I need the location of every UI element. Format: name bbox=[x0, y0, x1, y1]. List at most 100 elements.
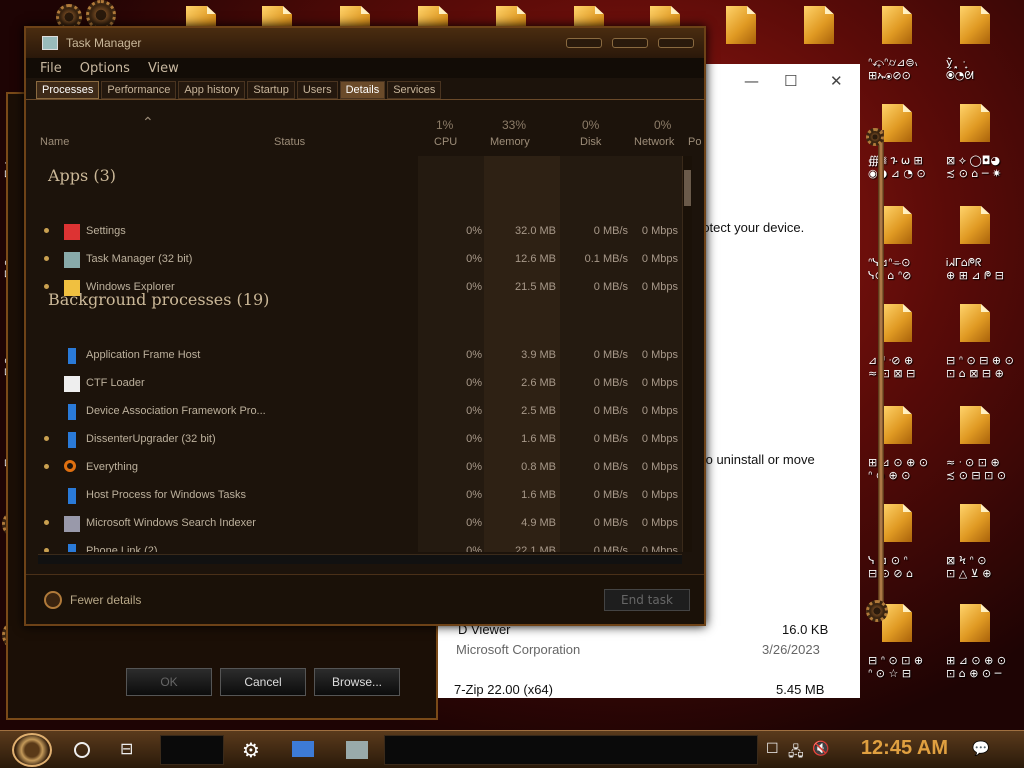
file-icon[interactable] bbox=[960, 504, 990, 542]
process-memory: 2.5 MB bbox=[521, 405, 556, 417]
file-icon[interactable] bbox=[804, 6, 834, 44]
process-memory: 0.8 MB bbox=[521, 461, 556, 473]
end-task-button[interactable]: End task bbox=[604, 589, 690, 611]
process-row[interactable]: Host Process for Windows Tasks 0% 1.6 MB 0 … bbox=[38, 482, 684, 510]
process-row[interactable]: Task Manager (32 bit) 0% 12.6 MB 0.1 MB/s 0 … bbox=[38, 246, 684, 274]
process-row[interactable]: DissenterUpgrader (32 bit) 0% 1.6 MB 0 MB/s… bbox=[38, 426, 684, 454]
network-icon[interactable]: 🖧 bbox=[788, 741, 804, 765]
process-row[interactable]: Settings 0% 32.0 MB 0 MB/s 0 Mbps bbox=[38, 218, 684, 246]
file-icon[interactable] bbox=[960, 604, 990, 642]
process-memory: 32.0 MB bbox=[515, 225, 556, 237]
column-name[interactable]: Name bbox=[40, 136, 69, 148]
process-row[interactable]: Phone Link (2) 0% 22.1 MB 0 MB/s 0 Mbps bbox=[38, 538, 684, 552]
file-icon[interactable] bbox=[882, 504, 912, 542]
window-title: Task Manager bbox=[66, 36, 142, 50]
tab-services[interactable]: Services bbox=[387, 81, 442, 99]
column-network[interactable]: Network bbox=[634, 136, 674, 148]
column-power[interactable]: Po bbox=[688, 136, 701, 148]
start-button[interactable] bbox=[12, 733, 52, 767]
vertical-scrollbar[interactable] bbox=[682, 156, 692, 552]
process-row[interactable]: CTF Loader 0% 2.6 MB 0 MB/s 0 Mbps bbox=[38, 370, 684, 398]
process-row[interactable]: Microsoft Windows Search Indexer 0% 4.9 MB… bbox=[38, 510, 684, 538]
menu-view[interactable]: View bbox=[148, 61, 179, 76]
screen-app-icon[interactable] bbox=[292, 741, 314, 757]
tab-bar: Processes Performance App history Startu… bbox=[26, 78, 704, 100]
close-icon[interactable]: ✕ bbox=[830, 72, 843, 90]
column-cpu[interactable]: CPU bbox=[434, 136, 457, 148]
file-icon[interactable] bbox=[960, 206, 990, 244]
search-circle-icon[interactable] bbox=[74, 742, 90, 758]
app-name[interactable]: 7-Zip 22.00 (x64) bbox=[454, 682, 553, 697]
column-disk[interactable]: Disk bbox=[580, 136, 601, 148]
expand-dot-icon[interactable] bbox=[44, 228, 49, 233]
expand-dot-icon[interactable] bbox=[44, 284, 49, 289]
menu-file[interactable]: File bbox=[40, 61, 62, 76]
expand-dot-icon[interactable] bbox=[44, 256, 49, 261]
tab-users[interactable]: Users bbox=[296, 81, 338, 99]
minimize-icon[interactable]: — bbox=[744, 72, 759, 90]
file-icon[interactable] bbox=[882, 206, 912, 244]
tab-performance[interactable]: Performance bbox=[101, 81, 177, 99]
file-icon[interactable] bbox=[882, 406, 912, 444]
file-label: ⊠ ⟡ ◯◘◕ ≾ ⊙ ⌂ ─ ✷ bbox=[946, 154, 1002, 180]
process-network: 0 Mbps bbox=[641, 281, 678, 293]
settings-text-protect: rotect your device. bbox=[698, 220, 805, 235]
app-date: 3/26/2023 bbox=[762, 642, 820, 657]
process-name: CTF Loader bbox=[86, 377, 145, 389]
task-manager-taskbar-icon[interactable] bbox=[346, 741, 368, 759]
process-name: Task Manager (32 bit) bbox=[86, 253, 193, 265]
maximize-button[interactable] bbox=[612, 38, 648, 48]
process-disk: 0 MB/s bbox=[593, 377, 628, 389]
file-icon[interactable] bbox=[882, 6, 912, 44]
file-icon[interactable] bbox=[960, 104, 990, 142]
process-row[interactable]: Application Frame Host 0% 3.9 MB 0 MB/s 0 Mb… bbox=[38, 342, 684, 370]
file-label: Ꭵᖽᒥ⌂ᖘᖇ ⊕ ⊞ ⊿ ᖘ ⊟ bbox=[946, 256, 1004, 282]
process-cpu: 0% bbox=[466, 405, 482, 417]
process-row[interactable]: Device Association Framework Pro... 0% 2.5… bbox=[38, 398, 684, 426]
file-label: ≈ ᐧ ⊙ ⊡ ⊕ ≾ ⊙ ⊟ ⊡ ⊙ bbox=[946, 456, 1007, 482]
file-icon[interactable] bbox=[960, 304, 990, 342]
process-row[interactable]: Windows Explorer 0% 21.5 MB 0 MB/s 0 Mbps bbox=[38, 274, 684, 302]
file-icon[interactable] bbox=[960, 6, 990, 44]
column-status[interactable]: Status bbox=[274, 136, 305, 148]
notification-square-icon[interactable]: ☐ bbox=[766, 741, 779, 757]
tab-details[interactable]: Details bbox=[339, 81, 386, 99]
browse-button[interactable]: Browse... bbox=[314, 668, 400, 696]
process-memory: 4.9 MB bbox=[521, 517, 556, 529]
settings-icon bbox=[64, 224, 80, 240]
file-icon[interactable] bbox=[726, 6, 756, 44]
column-memory[interactable]: Memory bbox=[490, 136, 530, 148]
close-button[interactable] bbox=[658, 38, 694, 48]
expand-dot-icon[interactable] bbox=[44, 520, 49, 525]
file-label: ᐢ⤽ᐢ⌭⊿⊜៶ ⊞ኡ⦿⊘⊙ bbox=[868, 56, 918, 82]
process-network: 0 Mbps bbox=[641, 225, 678, 237]
taskbar-slot bbox=[160, 735, 224, 765]
task-view-icon[interactable]: ⊟ bbox=[120, 741, 140, 757]
process-name: Device Association Framework Pro... bbox=[86, 405, 266, 417]
task-manager-icon bbox=[64, 252, 80, 268]
tab-startup[interactable]: Startup bbox=[247, 81, 295, 99]
volume-muted-icon[interactable]: 🔇 bbox=[812, 741, 829, 757]
dissenter-icon bbox=[68, 432, 76, 448]
tab-processes[interactable]: Processes bbox=[36, 81, 100, 99]
title-bar[interactable]: Task Manager bbox=[26, 28, 704, 58]
expand-dot-icon[interactable] bbox=[44, 548, 49, 552]
action-center-icon[interactable]: 💬 bbox=[972, 741, 989, 757]
maximize-icon[interactable]: ☐ bbox=[784, 72, 797, 90]
expand-dot-icon[interactable] bbox=[44, 464, 49, 469]
file-icon[interactable] bbox=[882, 304, 912, 342]
menu-options[interactable]: Options bbox=[80, 61, 130, 76]
process-disk: 0 MB/s bbox=[593, 489, 628, 501]
expand-dot-icon[interactable] bbox=[44, 436, 49, 441]
fewer-details-button[interactable]: Fewer details bbox=[44, 591, 141, 609]
ok-button[interactable]: OK bbox=[126, 668, 212, 696]
settings-gear-icon[interactable]: ⚙ bbox=[240, 739, 262, 761]
minimize-button[interactable] bbox=[566, 38, 602, 48]
process-row[interactable]: Everything 0% 0.8 MB 0 MB/s 0 Mbps bbox=[38, 454, 684, 482]
tab-app-history[interactable]: App history bbox=[178, 81, 246, 99]
cancel-button[interactable]: Cancel bbox=[220, 668, 306, 696]
horizontal-scrollbar[interactable] bbox=[38, 554, 682, 564]
clock[interactable]: 12:45 AM bbox=[861, 737, 948, 760]
file-icon[interactable] bbox=[882, 104, 912, 142]
file-icon[interactable] bbox=[960, 406, 990, 444]
